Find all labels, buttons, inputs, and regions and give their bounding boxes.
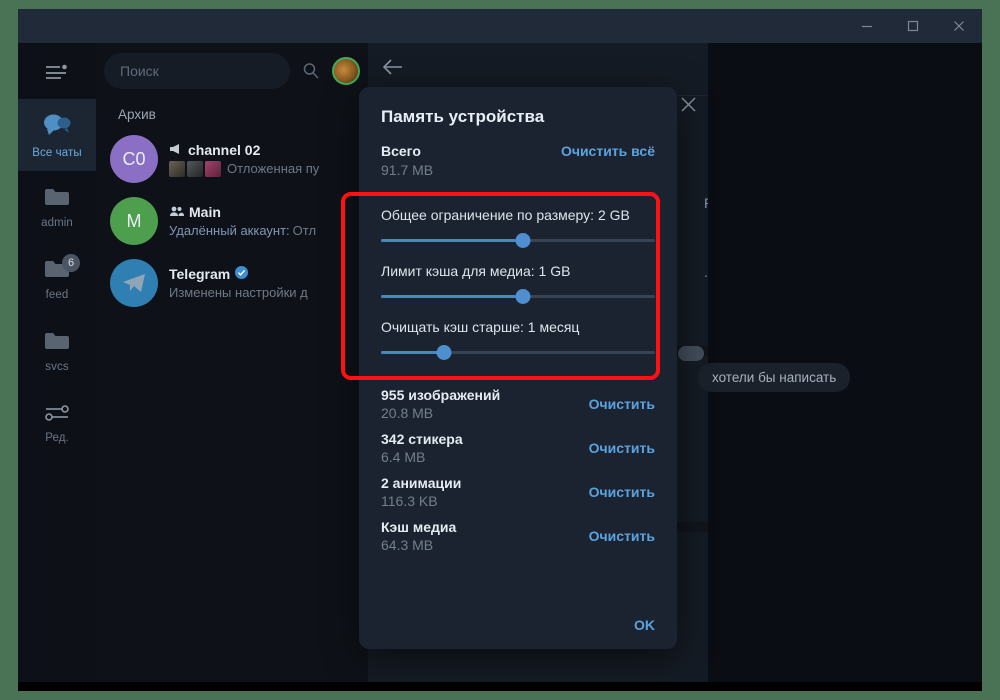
slider-thumb[interactable] — [515, 233, 531, 248]
megaphone-icon — [169, 142, 183, 158]
list-item[interactable]: C0 channel 02 Отложенная пу — [96, 128, 368, 190]
item-name: Кэш медиа — [381, 519, 457, 535]
telegram-app-window: Все чаты admin 6 feed svcs Ред. Поиск Ар… — [18, 9, 982, 682]
slider-label: Общее ограничение по размеру: 2 GB — [381, 207, 630, 223]
slider-thumb[interactable] — [515, 289, 531, 304]
verified-badge-icon — [235, 266, 249, 282]
sidebar-item-label: feed — [45, 288, 69, 301]
ok-row: OK — [634, 617, 655, 635]
page-title: Память устройства — [381, 107, 545, 126]
hamburger-menu-icon[interactable] — [18, 43, 96, 99]
slider-track[interactable] — [381, 287, 655, 305]
chat-preview-text: Отл — [292, 223, 317, 238]
sidebar-item-label: Ред. — [45, 431, 69, 444]
item-size: 20.8 MB — [381, 405, 434, 421]
item-size: 116.3 KB — [381, 493, 438, 509]
chat-title: channel 02 — [188, 141, 261, 158]
close-button[interactable] — [936, 9, 982, 43]
chat-preview-text: Отложенная пу — [227, 161, 320, 176]
slider-label: Очищать кэш старше: 1 месяц — [381, 319, 580, 335]
sidebar-item-feed[interactable]: 6 feed — [18, 243, 96, 315]
storage-item-media-cache: Кэш медиа 64.3 MB Очистить — [359, 509, 677, 553]
screenshot-root: Все чаты admin 6 feed svcs Ред. Поиск Ар… — [0, 0, 1000, 700]
device-storage-dialog: Память устройства Всего 91.7 MB Очистить… — [359, 87, 677, 649]
message-bubble: хотели бы написать — [698, 363, 851, 392]
slider-media-cache-limit: Лимит кэша для медиа: 1 GB — [359, 249, 677, 305]
avatar: C0 — [110, 135, 158, 183]
clear-button[interactable]: Очистить — [589, 440, 655, 456]
unread-badge: 6 — [62, 254, 80, 272]
chat-title: Main — [189, 204, 221, 220]
chat-preview-text: Изменены настройки д — [169, 285, 308, 300]
window-titlebar — [18, 9, 982, 43]
item-name: 2 анимации — [381, 475, 462, 491]
sidebar-item-label: Все чаты — [32, 146, 82, 159]
item-name: 955 изображений — [381, 387, 501, 403]
avatar[interactable] — [332, 57, 360, 85]
total-storage-row: Всего 91.7 MB Очистить всё — [359, 129, 677, 178]
slider-track[interactable] — [381, 231, 655, 249]
media-thumbnails — [169, 160, 221, 177]
chat-preview: Удалённый аккаунт: Отл — [169, 223, 358, 238]
chats-icon — [42, 112, 72, 143]
slider-total-size-limit: Общее ограничение по размеру: 2 GB — [359, 193, 677, 249]
avatar — [110, 259, 158, 307]
sidebar-item-admin[interactable]: admin — [18, 171, 96, 243]
storage-item-images: 955 изображений 20.8 MB Очистить — [359, 377, 677, 421]
total-size: 91.7 MB — [381, 162, 434, 178]
chat-preview: Отложенная пу — [169, 160, 358, 177]
folder-icon — [43, 186, 71, 213]
clear-button[interactable]: Очистить — [589, 484, 655, 500]
slider-cache-age: Очищать кэш старше: 1 месяц — [359, 305, 677, 361]
settings-toggle[interactable] — [678, 346, 704, 361]
sidebar-item-edit[interactable]: Ред. — [18, 387, 96, 459]
chat-preview: Изменены настройки д — [169, 285, 358, 300]
sidebar-item-label: admin — [41, 216, 73, 229]
search-input[interactable]: Поиск — [104, 53, 290, 89]
sidebar-item-all-chats[interactable]: Все чаты — [18, 99, 96, 171]
slider-thumb[interactable] — [436, 345, 452, 360]
ok-button[interactable]: OK — [634, 617, 655, 633]
item-size: 64.3 MB — [381, 537, 434, 553]
slider-label: Лимит кэша для медиа: 1 GB — [381, 263, 571, 279]
list-item[interactable]: Telegram Изменены настройки д — [96, 252, 368, 314]
maximize-button[interactable] — [890, 9, 936, 43]
search-row: Поиск — [96, 43, 368, 99]
item-name: 342 стикера — [381, 431, 463, 447]
group-icon — [169, 204, 184, 220]
sliders-icon — [43, 403, 71, 428]
search-icon[interactable] — [296, 56, 326, 86]
total-label: Всего — [381, 143, 421, 159]
list-item[interactable]: M Main Удалённый аккаунт: Отл — [96, 190, 368, 252]
chat-preview-sender: Удалённый аккаунт: — [169, 223, 290, 238]
sidebar-item-svcs[interactable]: svcs — [18, 315, 96, 387]
minimize-button[interactable] — [844, 9, 890, 43]
sidebar-item-label: svcs — [45, 360, 69, 373]
avatar: M — [110, 197, 158, 245]
chat-title-row: channel 02 — [169, 142, 358, 158]
conversation-area: хотели бы написать — [698, 43, 982, 682]
chat-title-row: Telegram — [169, 266, 358, 282]
chat-list-column: Поиск Архив C0 channel 02 Отложенная пу … — [96, 43, 368, 682]
left-icon-rail: Все чаты admin 6 feed svcs Ред. — [18, 43, 96, 682]
item-size: 6.4 MB — [381, 449, 426, 465]
folder-icon — [43, 330, 71, 357]
clear-button[interactable]: Очистить — [589, 396, 655, 412]
settings-close-icon[interactable] — [673, 89, 703, 119]
chat-title: Telegram — [169, 266, 231, 282]
clear-button[interactable]: Очистить — [589, 528, 655, 544]
archive-label[interactable]: Архив — [96, 99, 368, 128]
clear-all-button[interactable]: Очистить всё — [561, 143, 655, 159]
storage-item-stickers: 342 стикера 6.4 MB Очистить — [359, 421, 677, 465]
chat-title-row: Main — [169, 204, 358, 220]
storage-item-animations: 2 анимации 116.3 KB Очистить — [359, 465, 677, 509]
back-arrow-icon[interactable] — [382, 58, 404, 81]
slider-track[interactable] — [381, 343, 655, 361]
